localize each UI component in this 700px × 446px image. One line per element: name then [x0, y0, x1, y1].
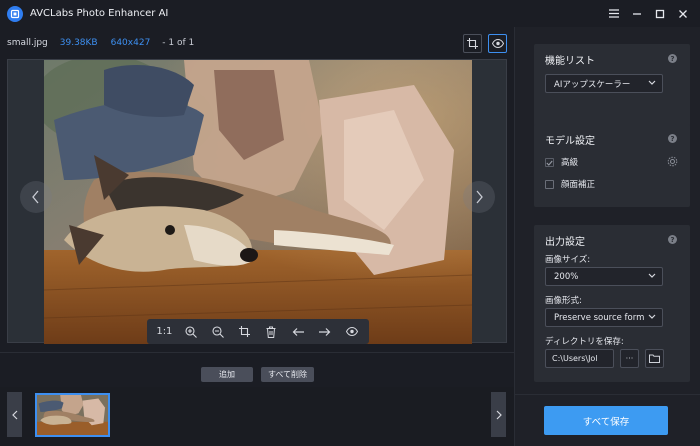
feature-select-value: AIアップスケーラー — [554, 79, 631, 90]
settings-panel: 機能リスト ? AIアップスケーラー モデル設定 ? 高級 顔面補正 出力設定 … — [514, 27, 700, 446]
delete-all-button[interactable]: すべて削除 — [261, 367, 314, 382]
crop-icon — [467, 38, 478, 49]
next-image-button[interactable] — [463, 181, 495, 213]
feature-list-title: 機能リスト — [545, 56, 595, 67]
thumbnail-image[interactable] — [35, 393, 110, 437]
preview-button[interactable] — [488, 34, 507, 53]
check-icon — [546, 160, 553, 166]
image-toolbar: 1:1 — [147, 319, 369, 344]
actual-size-button[interactable]: 1:1 — [154, 322, 174, 342]
advanced-label: 高級 — [561, 158, 579, 168]
output-settings-title: 出力設定 — [545, 237, 585, 248]
feature-select[interactable]: AIアップスケーラー — [545, 74, 663, 93]
app-logo-icon — [7, 5, 23, 22]
chevron-left-icon — [11, 410, 17, 419]
face-enhance-checkbox[interactable] — [545, 180, 554, 189]
arrow-right-icon[interactable] — [315, 322, 335, 342]
file-size: 39.38KB — [59, 38, 98, 48]
image-size-value: 200% — [554, 271, 579, 282]
chevron-down-icon — [648, 273, 656, 278]
strip-next-button[interactable] — [491, 392, 506, 437]
image-format-label: 画像形式: — [545, 296, 582, 306]
chevron-right-icon — [496, 410, 502, 419]
browse-button[interactable]: ··· — [620, 349, 639, 368]
help-icon[interactable]: ? — [668, 54, 677, 63]
model-settings-panel: モデル設定 ? 高級 顔面補正 — [534, 124, 690, 207]
crop-icon[interactable] — [235, 322, 255, 342]
eye-icon — [491, 39, 504, 48]
file-dimensions: 640x427 — [110, 38, 151, 48]
open-folder-button[interactable] — [645, 349, 664, 368]
eye-icon[interactable] — [342, 322, 362, 342]
folder-icon — [649, 354, 660, 363]
crop-button[interactable] — [463, 34, 482, 53]
feature-list-panel: 機能リスト ? AIアップスケーラー — [534, 44, 690, 127]
chevron-down-icon — [648, 314, 656, 319]
divider — [515, 394, 700, 395]
output-settings-panel: 出力設定 ? 画像サイズ: 200% 画像形式: Preserve source… — [534, 225, 690, 382]
image-size-label: 画像サイズ: — [545, 255, 591, 265]
file-name: small.jpg — [7, 38, 48, 48]
arrow-left-icon[interactable] — [288, 322, 308, 342]
file-info-bar: small.jpg 39.38KB 640x427 - 1 of 1 — [0, 27, 514, 59]
menu-icon[interactable] — [603, 3, 625, 25]
advanced-checkbox[interactable] — [545, 158, 554, 167]
close-button[interactable] — [672, 3, 694, 25]
model-settings-title: モデル設定 — [545, 136, 595, 147]
minimize-button[interactable] — [626, 3, 648, 25]
zoom-in-icon[interactable] — [181, 322, 201, 342]
image-viewer[interactable]: 1:1 — [7, 59, 507, 344]
save-directory-input[interactable]: C:\Users\Jol — [545, 349, 614, 368]
prev-image-button[interactable] — [20, 181, 52, 213]
save-directory-label: ディレクトリを保存: — [545, 337, 624, 347]
image-format-value: Preserve source format — [554, 312, 644, 323]
page-indicator: - 1 of 1 — [162, 38, 195, 48]
add-button[interactable]: 追加 — [201, 367, 253, 382]
save-all-button[interactable]: すべて保存 — [544, 406, 668, 435]
image-format-select[interactable]: Preserve source format — [545, 308, 663, 327]
help-icon[interactable]: ? — [668, 235, 677, 244]
gear-icon[interactable] — [667, 156, 678, 167]
chevron-left-icon — [32, 190, 39, 204]
app-title: AVCLabs Photo Enhancer AI — [30, 8, 169, 19]
save-directory-value: C:\Users\Jol — [552, 354, 598, 363]
image-size-select[interactable]: 200% — [545, 267, 663, 286]
trash-icon[interactable] — [261, 322, 281, 342]
title-bar: AVCLabs Photo Enhancer AI — [0, 0, 700, 27]
divider — [0, 352, 514, 353]
maximize-button[interactable] — [649, 3, 671, 25]
strip-prev-button[interactable] — [7, 392, 22, 437]
chevron-right-icon — [476, 190, 483, 204]
face-enhance-label: 顔面補正 — [561, 180, 596, 190]
help-icon[interactable]: ? — [668, 134, 677, 143]
chevron-down-icon — [648, 80, 656, 85]
dog-photo — [44, 60, 472, 344]
zoom-out-icon[interactable] — [208, 322, 228, 342]
